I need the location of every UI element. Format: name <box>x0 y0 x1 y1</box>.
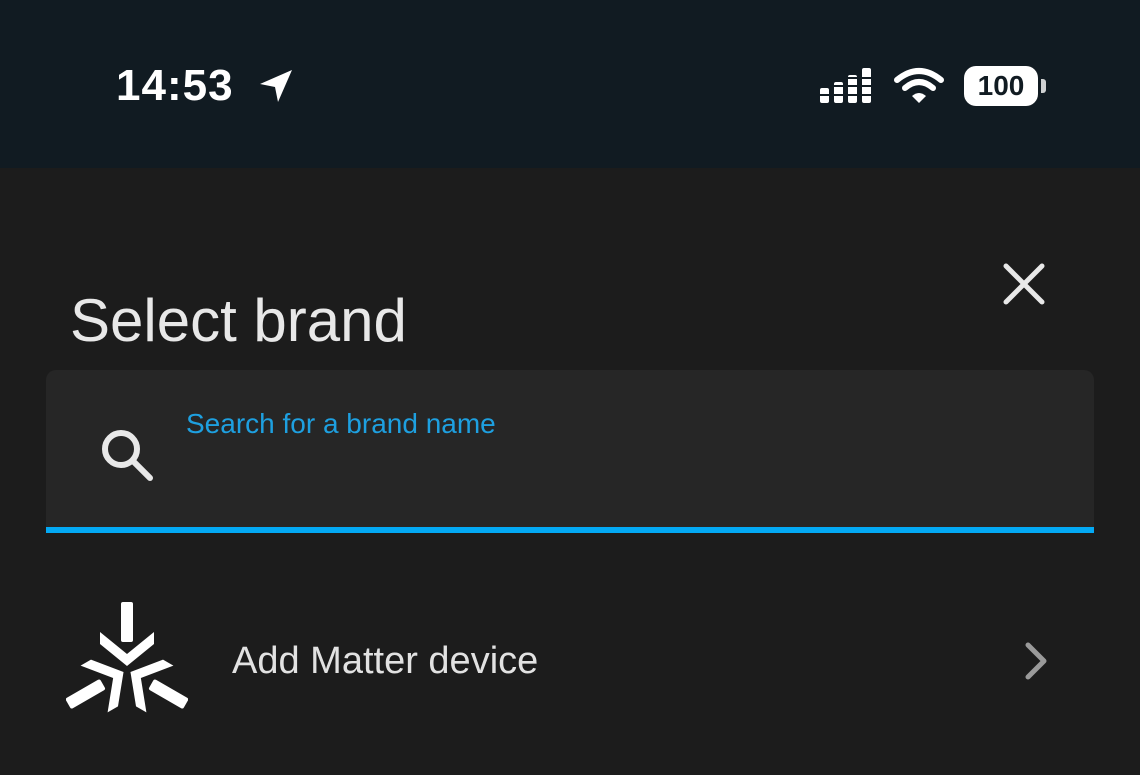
select-brand-screen: 14:53 100 Select brand Search for a bran… <box>0 0 1140 775</box>
list-item-label: Add Matter device <box>232 640 539 682</box>
signal-icon <box>820 68 871 103</box>
search-input[interactable] <box>186 452 1046 502</box>
location-arrow-icon <box>260 70 292 102</box>
search-field-underline <box>46 527 1094 533</box>
battery-icon: 100 <box>964 66 1046 106</box>
chevron-right-icon <box>1025 642 1047 680</box>
battery-level: 100 <box>964 66 1038 106</box>
status-time: 14:53 <box>116 61 234 110</box>
search-label: Search for a brand name <box>186 408 496 439</box>
dialog-title: Select brand <box>70 287 407 355</box>
search-field[interactable] <box>46 370 1094 528</box>
matter-logo-icon <box>66 602 188 713</box>
wifi-icon <box>894 68 944 103</box>
close-icon <box>1003 263 1045 305</box>
list-item-add-matter-device[interactable]: Add Matter device <box>0 590 1140 735</box>
battery-tip <box>1041 79 1046 93</box>
close-button[interactable] <box>992 252 1056 316</box>
status-bar: 14:53 100 <box>0 0 1140 168</box>
search-icon <box>102 430 153 481</box>
